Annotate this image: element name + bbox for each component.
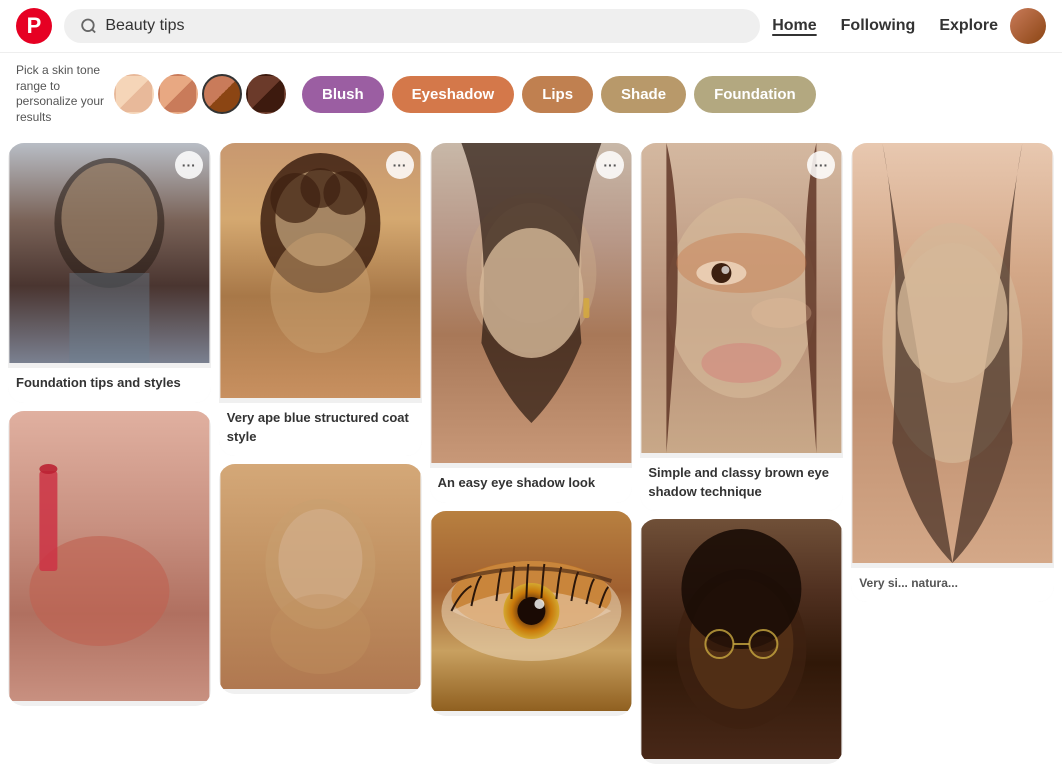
pin-image-7 — [430, 511, 633, 716]
pin-caption-3: An easy eye shadow look — [430, 468, 633, 502]
pinterest-logo[interactable]: P — [16, 8, 52, 44]
pin-image-9 — [851, 143, 1054, 568]
user-avatar[interactable] — [1010, 8, 1046, 44]
header: P Home Following Explore — [0, 0, 1062, 53]
search-icon — [80, 17, 97, 35]
pill-eyeshadow[interactable]: Eyeshadow — [392, 76, 515, 113]
skin-swatch-dark[interactable] — [246, 74, 286, 114]
pin-card-4[interactable]: Simple and classy brown eye shadow techn… — [640, 143, 843, 510]
pin-image-6 — [219, 464, 422, 694]
pin-card-2[interactable]: Very ape blue structured coat style ··· — [219, 143, 422, 455]
skin-swatch-light[interactable] — [114, 74, 154, 114]
pin-caption-2: Very ape blue structured coat style — [219, 403, 422, 455]
pin-image-5 — [8, 411, 211, 706]
pill-lips[interactable]: Lips — [522, 76, 593, 113]
pin-card-7[interactable] — [430, 511, 633, 716]
search-input[interactable] — [105, 17, 744, 35]
nav-following[interactable]: Following — [841, 17, 916, 35]
skin-swatch-medium[interactable] — [202, 74, 242, 114]
pin-caption-4: Simple and classy brown eye shadow techn… — [640, 458, 843, 510]
pill-foundation[interactable]: Foundation — [694, 76, 816, 113]
pin-caption-9: Very si... natura... — [851, 568, 1054, 602]
pill-blush[interactable]: Blush — [302, 76, 384, 113]
pin-card-6[interactable] — [219, 464, 422, 694]
skin-tone-section: Pick a skin tone range to personalize yo… — [16, 63, 286, 125]
main-nav: Home Following Explore — [772, 17, 998, 35]
pin-card-5[interactable] — [8, 411, 211, 706]
pin-title-9: Very si... natura... — [859, 576, 958, 590]
skin-swatches — [114, 74, 286, 114]
skin-swatch-medium-light[interactable] — [158, 74, 198, 114]
pin-image-2 — [219, 143, 422, 403]
pin-more-1[interactable]: ··· — [175, 151, 203, 179]
filter-pills: Blush Eyeshadow Lips Shade Foundation — [302, 76, 816, 113]
pin-image-3 — [430, 143, 633, 468]
pin-title-3: An easy eye shadow look — [438, 475, 596, 490]
pin-image-1 — [8, 143, 211, 368]
pin-card-1[interactable]: Foundation tips and styles ··· — [8, 143, 211, 402]
pin-caption-1: Foundation tips and styles — [8, 368, 211, 402]
pin-title-2: Very ape blue structured coat style — [227, 410, 409, 443]
pin-image-4 — [640, 143, 843, 458]
nav-home[interactable]: Home — [772, 17, 816, 35]
skin-tone-label: Pick a skin tone range to personalize yo… — [16, 63, 106, 125]
pin-card-9[interactable]: Very si... natura... — [851, 143, 1054, 602]
pin-card-8[interactable] — [640, 519, 843, 764]
pin-image-8 — [640, 519, 843, 764]
filters-bar: Pick a skin tone range to personalize yo… — [0, 53, 1062, 135]
pin-grid: Foundation tips and styles ··· — [0, 135, 1062, 771]
nav-explore[interactable]: Explore — [939, 17, 998, 35]
pin-more-2[interactable]: ··· — [386, 151, 414, 179]
pin-card-3[interactable]: An easy eye shadow look ··· — [430, 143, 633, 502]
pill-shade[interactable]: Shade — [601, 76, 686, 113]
pin-title-1: Foundation tips and styles — [16, 375, 181, 390]
pin-title-4: Simple and classy brown eye shadow techn… — [648, 465, 829, 498]
search-bar — [64, 9, 760, 43]
